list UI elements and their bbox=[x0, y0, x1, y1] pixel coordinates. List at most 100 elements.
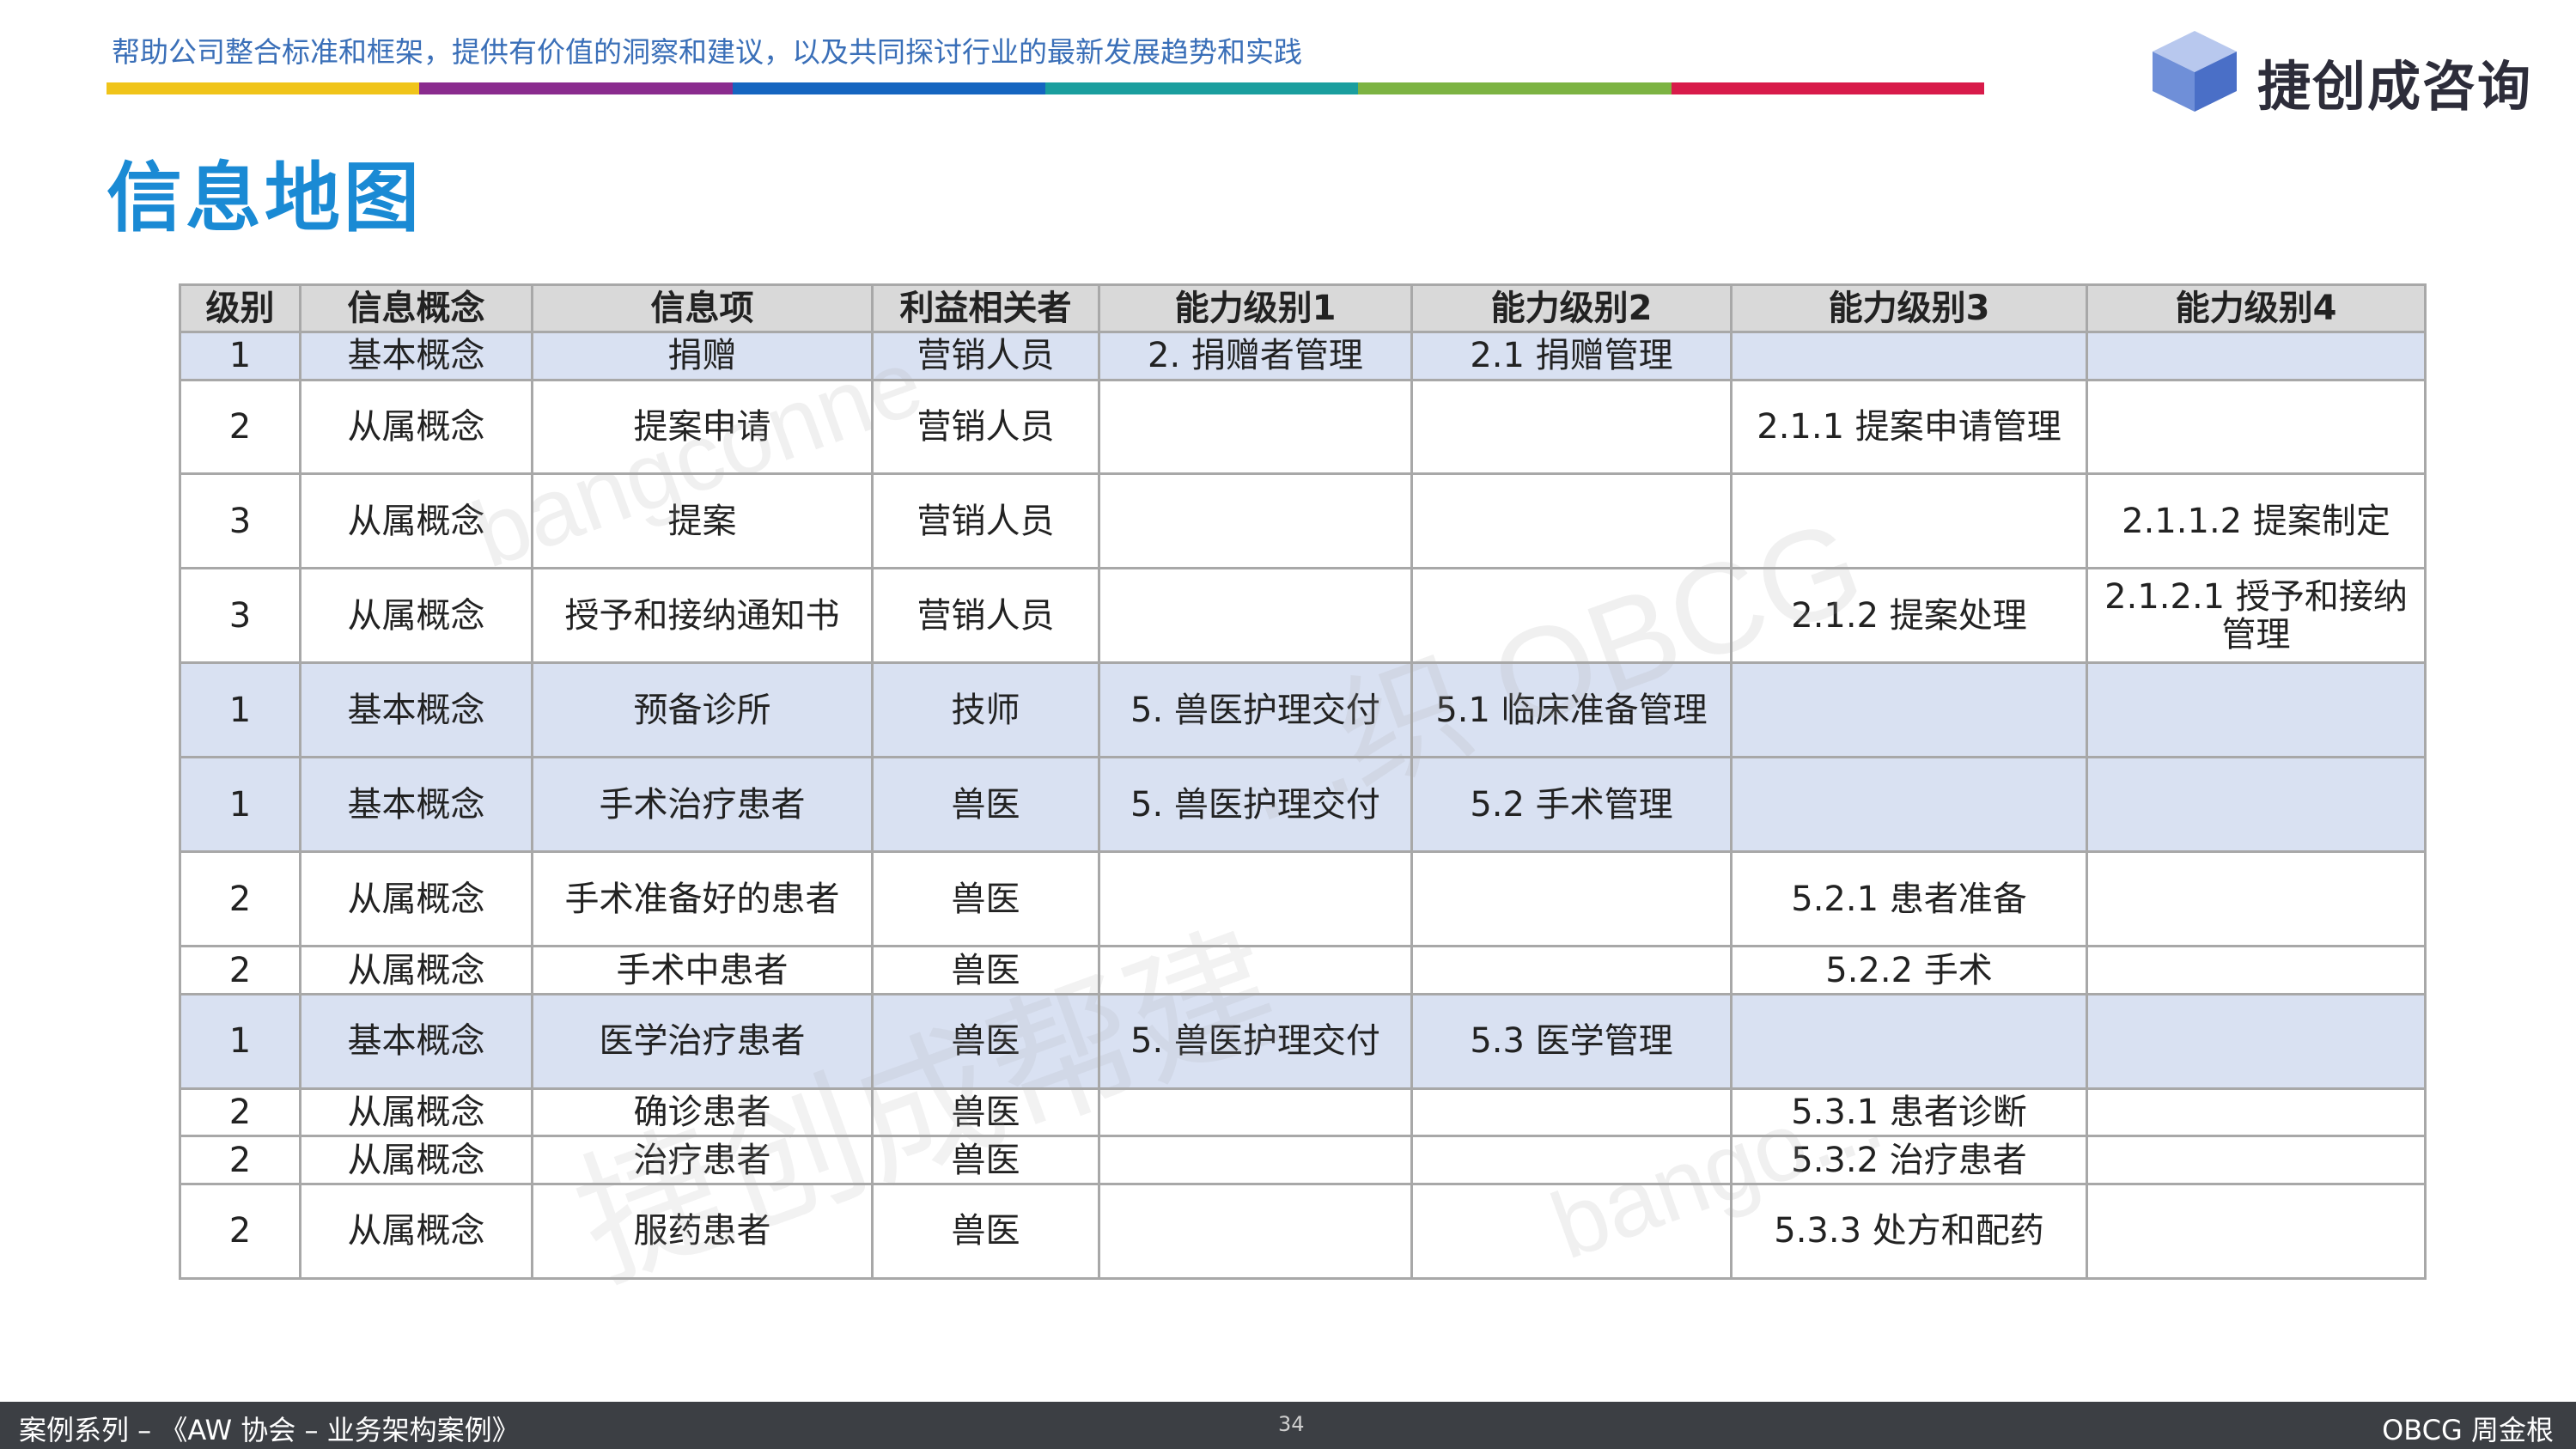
cell-capability-2: 5.3 医学管理 bbox=[1410, 992, 1733, 1090]
cell-capability-4 bbox=[2086, 945, 2427, 995]
cell-item: 医学治疗患者 bbox=[531, 992, 874, 1090]
table-row: 2 从属概念 治疗患者 兽医 5.3.2 治疗患者 bbox=[179, 1135, 2427, 1185]
cell-capability-3: 5.2.2 手术 bbox=[1730, 945, 2088, 995]
cell-stakeholder: 营销人员 bbox=[871, 378, 1100, 476]
cell-capability-4 bbox=[2086, 1135, 2427, 1185]
cell-item: 授予和接纳通知书 bbox=[531, 567, 874, 665]
cell-capability-1: 5. 兽医护理交付 bbox=[1098, 661, 1413, 759]
cell-capability-2 bbox=[1410, 945, 1733, 995]
color-bar-segment bbox=[1044, 82, 1359, 94]
cell-item: 手术治疗患者 bbox=[531, 756, 874, 854]
cell-stakeholder: 兽医 bbox=[871, 992, 1100, 1090]
footer-author: OBCG 周金根 bbox=[2382, 1414, 2554, 1446]
color-bar-segment bbox=[1671, 82, 1984, 94]
cell-capability-4 bbox=[2086, 661, 2427, 759]
table-row: 1 基本概念 捐赠 营销人员 2. 捐赠者管理 2.1 捐赠管理 bbox=[179, 331, 2427, 381]
cell-concept: 从属概念 bbox=[299, 472, 533, 570]
cell-item: 提案申请 bbox=[531, 378, 874, 476]
cell-capability-3 bbox=[1730, 472, 2088, 570]
color-bar-segment bbox=[107, 82, 420, 94]
cell-concept: 从属概念 bbox=[299, 1135, 533, 1185]
cell-concept: 基本概念 bbox=[299, 661, 533, 759]
cell-capability-2: 5.2 手术管理 bbox=[1410, 756, 1733, 854]
cell-level: 2 bbox=[179, 378, 301, 476]
cell-capability-1 bbox=[1098, 1182, 1413, 1281]
cell-capability-1: 5. 兽医护理交付 bbox=[1098, 992, 1413, 1090]
color-bar-segment bbox=[1358, 82, 1672, 94]
cube-logo-icon bbox=[2153, 31, 2237, 112]
cell-concept: 从属概念 bbox=[299, 378, 533, 476]
cell-capability-3: 2.1.2 提案处理 bbox=[1730, 567, 2088, 665]
header-level: 级别 bbox=[179, 283, 301, 333]
cell-concept: 从属概念 bbox=[299, 567, 533, 665]
cell-stakeholder: 兽医 bbox=[871, 1087, 1100, 1138]
header-tagline: 帮助公司整合标准和框架，提供有价值的洞察和建议，以及共同探讨行业的最新发展趋势和… bbox=[112, 35, 1302, 69]
table-row: 3 从属概念 提案 营销人员 2.1.1.2 提案制定 bbox=[179, 472, 2427, 570]
cell-capability-1 bbox=[1098, 850, 1413, 948]
cell-capability-4 bbox=[2086, 756, 2427, 854]
color-bar-segment bbox=[419, 82, 733, 94]
cell-item: 捐赠 bbox=[531, 331, 874, 381]
table-row: 1 基本概念 预备诊所 技师 5. 兽医护理交付 5.1 临床准备管理 bbox=[179, 661, 2427, 759]
cell-item: 提案 bbox=[531, 472, 874, 570]
header-concept: 信息概念 bbox=[299, 283, 533, 333]
cell-capability-4 bbox=[2086, 992, 2427, 1090]
header-capability-3: 能力级别3 bbox=[1730, 283, 2088, 333]
cell-capability-1: 5. 兽医护理交付 bbox=[1098, 756, 1413, 854]
cell-stakeholder: 兽医 bbox=[871, 1135, 1100, 1185]
logo-text: 捷创成咨询 bbox=[2257, 55, 2533, 118]
cell-capability-4: 2.1.2.1 授予和接纳管理 bbox=[2086, 567, 2427, 665]
table-row: 1 基本概念 手术治疗患者 兽医 5. 兽医护理交付 5.2 手术管理 bbox=[179, 756, 2427, 854]
color-bar-segment bbox=[732, 82, 1045, 94]
cell-capability-4 bbox=[2086, 1182, 2427, 1281]
cell-capability-2: 5.1 临床准备管理 bbox=[1410, 661, 1733, 759]
cell-level: 3 bbox=[179, 567, 301, 665]
cell-capability-1 bbox=[1098, 378, 1413, 476]
cell-item: 确诊患者 bbox=[531, 1087, 874, 1138]
cell-item: 治疗患者 bbox=[531, 1135, 874, 1185]
cell-stakeholder: 营销人员 bbox=[871, 567, 1100, 665]
cell-stakeholder: 营销人员 bbox=[871, 472, 1100, 570]
footer-series-label: 案例系列 – 《AW 协会 – 业务架构案例》 bbox=[19, 1414, 520, 1446]
header-capability-2: 能力级别2 bbox=[1410, 283, 1733, 333]
cell-item: 预备诊所 bbox=[531, 661, 874, 759]
cell-item: 服药患者 bbox=[531, 1182, 874, 1281]
cell-stakeholder: 兽医 bbox=[871, 850, 1100, 948]
cell-capability-2 bbox=[1410, 850, 1733, 948]
cell-level: 3 bbox=[179, 472, 301, 570]
header-stakeholder: 利益相关者 bbox=[871, 283, 1100, 333]
table-row: 3 从属概念 授予和接纳通知书 营销人员 2.1.2 提案处理 2.1.2.1 授予和接纳… bbox=[179, 567, 2427, 665]
cell-concept: 基本概念 bbox=[299, 331, 533, 381]
cell-capability-3: 5.2.1 患者准备 bbox=[1730, 850, 2088, 948]
header-capability-4: 能力级别4 bbox=[2086, 283, 2427, 333]
cell-capability-4 bbox=[2086, 331, 2427, 381]
cell-stakeholder: 兽医 bbox=[871, 1182, 1100, 1281]
cell-capability-4: 2.1.1.2 提案制定 bbox=[2086, 472, 2427, 570]
cell-level: 2 bbox=[179, 945, 301, 995]
cell-capability-2 bbox=[1410, 567, 1733, 665]
information-map-table: 级别 信息概念 信息项 利益相关者 能力级别1 能力级别2 能力级别3 能力级别… bbox=[179, 283, 2427, 1281]
cell-concept: 基本概念 bbox=[299, 992, 533, 1090]
cell-capability-2 bbox=[1410, 1135, 1733, 1185]
cell-stakeholder: 营销人员 bbox=[871, 331, 1100, 381]
cell-capability-1 bbox=[1098, 567, 1413, 665]
cell-capability-1 bbox=[1098, 472, 1413, 570]
cell-level: 1 bbox=[179, 331, 301, 381]
cell-stakeholder: 技师 bbox=[871, 661, 1100, 759]
cell-concept: 从属概念 bbox=[299, 1182, 533, 1281]
table-row: 2 从属概念 服药患者 兽医 5.3.3 处方和配药 bbox=[179, 1182, 2427, 1281]
company-logo: 捷创成咨询 bbox=[2147, 27, 2543, 118]
cell-level: 2 bbox=[179, 1182, 301, 1281]
cell-concept: 从属概念 bbox=[299, 945, 533, 995]
cell-capability-1: 2. 捐赠者管理 bbox=[1098, 331, 1413, 381]
header-item: 信息项 bbox=[531, 283, 874, 333]
cell-stakeholder: 兽医 bbox=[871, 756, 1100, 854]
table-row: 2 从属概念 确诊患者 兽医 5.3.1 患者诊断 bbox=[179, 1087, 2427, 1138]
cell-concept: 从属概念 bbox=[299, 850, 533, 948]
cell-capability-3: 2.1.1 提案申请管理 bbox=[1730, 378, 2088, 476]
table-row: 2 从属概念 手术中患者 兽医 5.2.2 手术 bbox=[179, 945, 2427, 995]
cell-level: 1 bbox=[179, 661, 301, 759]
cell-level: 2 bbox=[179, 1087, 301, 1138]
header-capability-1: 能力级别1 bbox=[1098, 283, 1413, 333]
footer-bar: 案例系列 – 《AW 协会 – 业务架构案例》 34 OBCG 周金根 bbox=[0, 1402, 2576, 1449]
